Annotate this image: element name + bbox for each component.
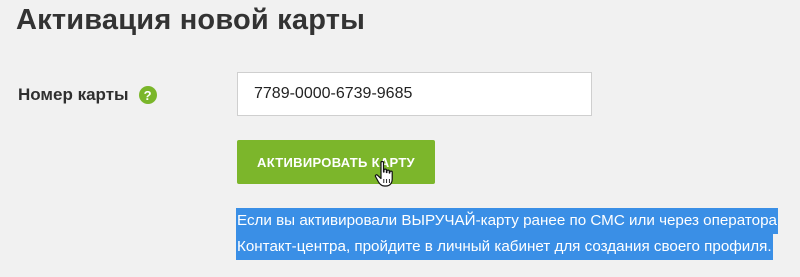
activate-card-button[interactable]: АКТИВИРОВАТЬ КАРТУ [237,140,435,184]
card-number-label: Номер карты [18,85,129,104]
card-number-input[interactable] [237,72,592,116]
info-text-line-1: Если вы активировали ВЫРУЧАЙ-карту ранее… [236,208,778,234]
question-circle-icon[interactable]: ? [138,86,157,104]
activation-info-text: Если вы активировали ВЫРУЧАЙ-карту ранее… [236,208,796,260]
card-number-label-row: Номер карты ? [18,85,157,105]
info-text-line-2: Контакт-центра, пройдите в личный кабине… [236,234,773,260]
page-title: Активация новой карты [16,4,366,36]
